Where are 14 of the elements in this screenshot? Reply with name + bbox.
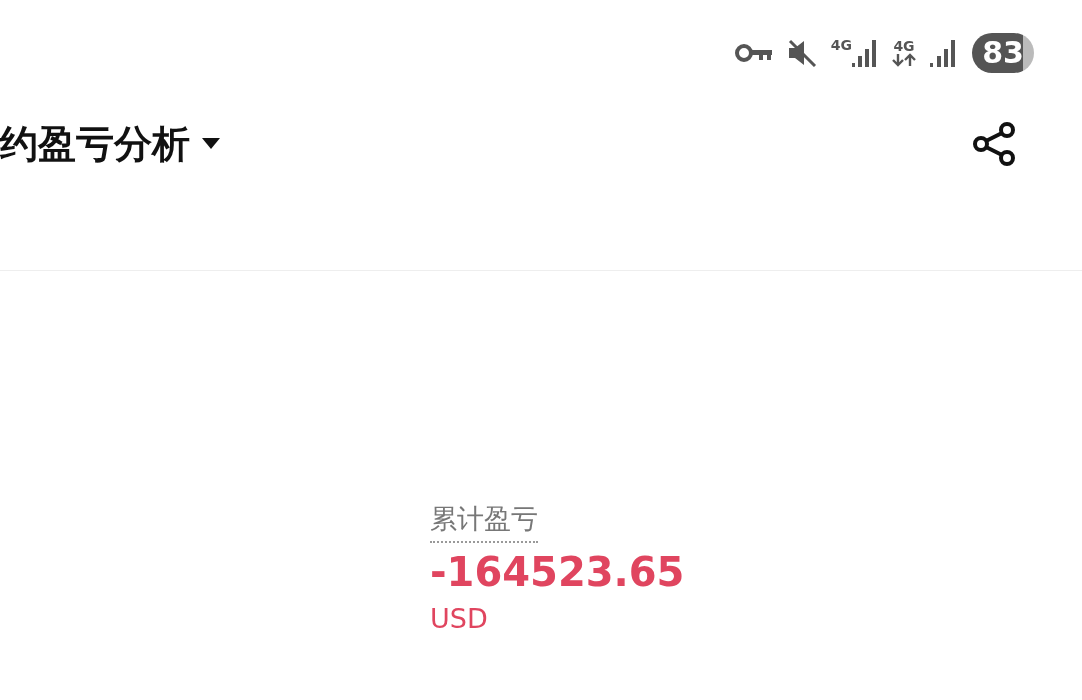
caret-icon[interactable] xyxy=(202,138,220,150)
signal-icon xyxy=(930,38,958,68)
mute-icon xyxy=(786,39,817,67)
network-label: 4G xyxy=(893,39,915,53)
page-title[interactable]: 约盈亏分析 xyxy=(0,118,190,170)
summary-value: -164523.65 xyxy=(430,549,685,595)
summary-label[interactable]: 累计盈亏 xyxy=(430,501,538,543)
signal-icon xyxy=(852,38,878,68)
data-arrows-icon xyxy=(892,53,916,67)
currency-label: USD xyxy=(430,603,488,634)
battery-level: 83 xyxy=(982,38,1024,68)
key-icon xyxy=(734,43,773,63)
share-icon[interactable] xyxy=(972,121,1018,167)
network-label: 4G xyxy=(830,38,852,52)
